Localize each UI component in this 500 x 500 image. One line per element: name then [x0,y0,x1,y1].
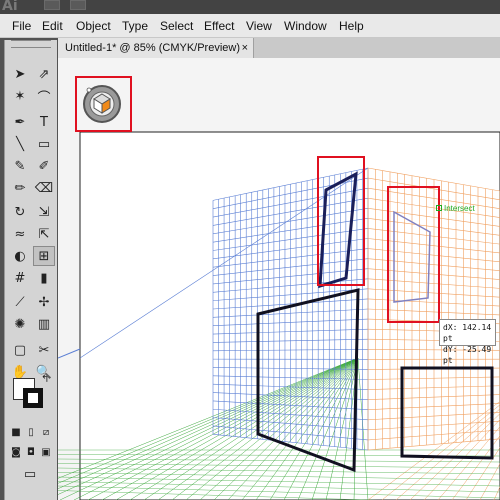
document-tab-title: Untitled-1* @ 85% (CMYK/Preview) [65,42,240,54]
stroke-color-swatch[interactable] [23,388,43,408]
pencil-icon[interactable]: ✐ [33,156,55,176]
draw-inside-icon[interactable]: ▣ [39,442,53,462]
rectangle-icon[interactable]: ▭ [33,134,55,154]
widget-highlight-box [75,76,132,132]
top-rectangle-highlight-box [317,156,365,286]
menu-window[interactable]: Window [284,19,327,33]
arrange-documents-button[interactable] [70,0,86,10]
paintbrush-icon[interactable]: ✎ [9,156,31,176]
close-icon[interactable]: × [242,38,248,58]
free-transform-icon[interactable]: ⇱ [33,224,55,244]
document-tab[interactable]: Untitled-1* @ 85% (CMYK/Preview) × [58,38,254,58]
artboard-canvas[interactable]: Intersect dX: 142.14 pt dY: -25.49 pt [58,58,500,500]
draw-behind-icon[interactable]: ◘ [24,442,38,462]
menu-type[interactable]: Type [122,19,148,33]
menu-bar: File Edit Object Type Select Effect View… [0,14,500,38]
document-tab-bar: Untitled-1* @ 85% (CMYK/Preview) × [58,38,500,58]
title-bar: Ai [0,0,500,14]
magic-wand-icon[interactable]: ✶ [9,86,31,106]
pen-icon[interactable]: ✒ [9,112,31,132]
right-rectangle-highlight-box [387,186,440,323]
type-icon[interactable]: T [33,112,55,132]
measurement-tooltip: dX: 142.14 pt dY: -25.49 pt [439,319,496,365]
line-segment-icon[interactable]: ╲ [9,134,31,154]
swap-colors-icon[interactable]: ↰ [41,374,49,385]
direct-selection-icon[interactable]: ⇗ [33,64,55,84]
screen-mode-icon[interactable]: ▭ [17,464,43,484]
none-mode-icon[interactable]: ⧄ [39,422,53,442]
gradient-icon[interactable]: ▮ [33,268,55,288]
intersect-label: Intersect [444,204,475,213]
eraser-icon[interactable]: ⌫ [33,178,55,198]
blob-brush-icon[interactable]: ✏ [9,178,31,198]
intersect-hint: Intersect [436,204,475,213]
menu-file[interactable]: File [12,19,31,33]
rotate-icon[interactable]: ↻ [9,202,31,222]
lasso-icon[interactable]: ⌒ [33,86,55,106]
blend-icon[interactable]: ✢ [33,292,55,312]
perspective-grid-icon[interactable]: ⊞ [33,246,55,266]
menu-view[interactable]: View [246,19,272,33]
selection-icon[interactable]: ➤ [9,64,31,84]
horizon-guide [58,348,81,359]
panel-grip[interactable] [11,40,51,48]
gradient-mode-icon[interactable]: ▯ [24,422,38,442]
tooltip-dx: dX: 142.14 pt [443,323,492,343]
tools-panel: ➤ ⇗ ✶ ⌒ ✒ T ╲ ▭ ✎ ✐ ✏ ⌫ ↻ ⇲ ≈ ⇱ ◐ ⊞ # ▮ ⟋ ✢ ✺ ▥ ▢ ✂ ✋ 🔍 ↰ ■ ▯ ⧄ ◙ ◘ ▣ ▭ [4,40,57,500]
app-logo: Ai [2,0,18,14]
scale-icon[interactable]: ⇲ [33,202,55,222]
menu-help[interactable]: Help [339,19,364,33]
color-mode-icon[interactable]: ■ [9,422,23,442]
menu-object[interactable]: Object [76,19,111,33]
menu-edit[interactable]: Edit [42,19,63,33]
document-window: Untitled-1* @ 85% (CMYK/Preview) × Inter… [58,38,500,500]
mesh-icon[interactable]: # [9,268,31,288]
bridge-button[interactable] [44,0,60,10]
draw-normal-icon[interactable]: ◙ [9,442,23,462]
shape-builder-icon[interactable]: ◐ [9,246,31,266]
anchor-marker-icon [436,205,442,211]
warp-icon[interactable]: ≈ [9,224,31,244]
symbol-sprayer-icon[interactable]: ✺ [9,314,31,334]
column-graph-icon[interactable]: ▥ [33,314,55,334]
menu-effect[interactable]: Effect [204,19,234,33]
eyedropper-icon[interactable]: ⟋ [9,292,31,312]
menu-select[interactable]: Select [160,19,193,33]
artboard-icon[interactable]: ▢ [9,340,31,360]
slice-icon[interactable]: ✂ [33,340,55,360]
tooltip-dy: dY: -25.49 pt [443,345,492,365]
